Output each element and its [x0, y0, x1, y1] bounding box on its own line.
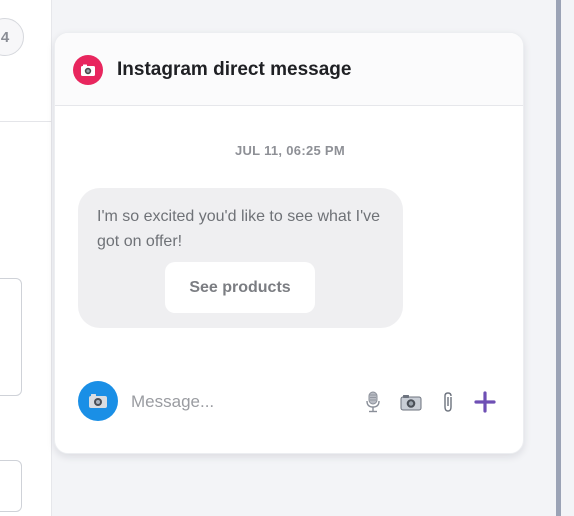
microphone-icon[interactable]	[361, 390, 385, 414]
see-products-button[interactable]: See products	[165, 262, 315, 313]
camera-icon[interactable]	[399, 390, 423, 414]
message-composer	[55, 381, 523, 425]
step-number-badge: 4	[0, 18, 24, 56]
step-number: 4	[0, 28, 10, 46]
user-avatar	[78, 381, 118, 421]
card-header: Instagram direct message	[55, 33, 523, 106]
message-text: I'm so excited you'd like to see what I'…	[97, 208, 381, 250]
message-bubble: I'm so excited you'd like to see what I'…	[78, 188, 403, 328]
instagram-avatar	[73, 55, 103, 85]
left-panel: 4	[0, 0, 52, 516]
timestamp-text: JUL 11, 06:25 PM	[234, 143, 346, 158]
message-timestamp: JUL 11, 06:25 PM	[55, 143, 523, 158]
left-text-field[interactable]	[0, 278, 22, 396]
scrollbar[interactable]	[556, 0, 561, 516]
card-title: Instagram direct message	[117, 59, 352, 80]
message-input[interactable]	[131, 387, 341, 417]
camera-avatar-icon	[78, 381, 118, 421]
camera-avatar-icon	[73, 55, 103, 85]
left-input-field[interactable]	[0, 460, 22, 512]
instagram-dm-card: Instagram direct message JUL 11, 06:25 P…	[54, 32, 524, 454]
plus-icon[interactable]	[473, 390, 497, 414]
left-divider	[0, 121, 52, 122]
paperclip-icon[interactable]	[436, 390, 460, 414]
